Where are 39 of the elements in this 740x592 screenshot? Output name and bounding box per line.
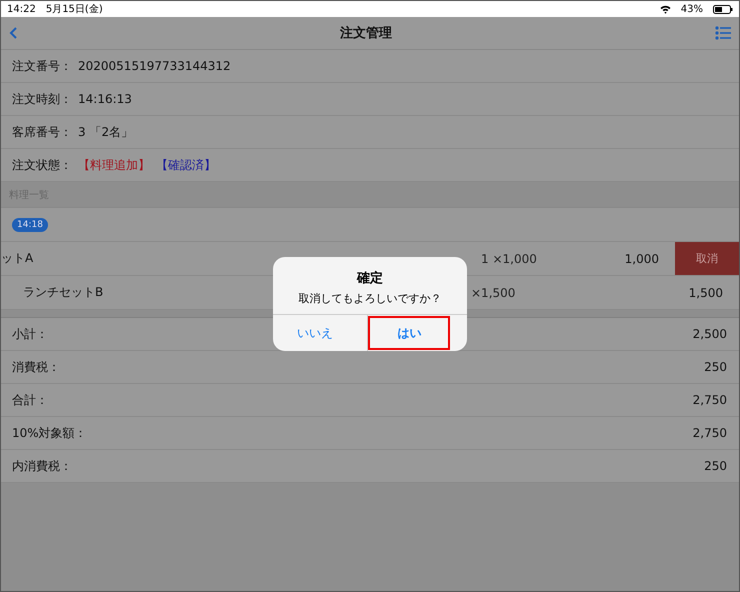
total-value: 250 — [704, 360, 728, 374]
item-price: 1,500 — [688, 286, 724, 300]
wifi-icon — [660, 4, 671, 14]
total-value: 2,500 — [692, 327, 728, 341]
dialog-title: 確定 — [356, 270, 384, 287]
cancel-button[interactable]: 取消 — [675, 242, 739, 275]
field-label: 注文状態： — [12, 156, 72, 174]
status-time: 14:22 — [7, 4, 36, 14]
battery-percent: 43% — [680, 4, 703, 14]
field-value: 3 「2名」 — [78, 124, 134, 140]
total-label: 合計： — [12, 392, 48, 408]
dialog-message: 取消してもよろしいですか？ — [298, 291, 442, 306]
battery-icon — [713, 4, 733, 14]
field-label: 客席番号： — [12, 124, 72, 140]
screen-title: 注文管理 — [339, 24, 393, 42]
status-tag: 【料理追加】 — [78, 156, 150, 174]
field-label: 注文時刻： — [12, 90, 72, 108]
total-value: 2,750 — [692, 426, 728, 440]
item-quantity: ×1,500 — [471, 286, 516, 300]
dialog-button[interactable]: はい — [366, 315, 451, 351]
status-date: 5月15日(金) — [46, 3, 103, 16]
status-tag: 【確認済】 — [156, 156, 216, 174]
time-badge: 14:18 — [12, 218, 48, 232]
total-label: 消費税： — [12, 358, 60, 376]
back-icon[interactable] — [9, 27, 17, 39]
field-value: 14:16:13 — [78, 92, 132, 106]
item-name: ランチセットB — [23, 284, 104, 301]
total-label: 小計： — [12, 326, 48, 342]
dialog-button[interactable]: いいえ — [273, 315, 356, 351]
list-icon[interactable] — [715, 26, 731, 40]
total-value: 250 — [704, 459, 728, 473]
item-price: 1,000 — [624, 252, 660, 266]
total-value: 2,750 — [692, 393, 728, 407]
item-quantity: 1 ×1,000 — [481, 252, 537, 266]
total-label: 内消費税： — [12, 458, 72, 474]
field-label: 注文番号： — [12, 58, 72, 74]
total-label: 10%対象額： — [12, 424, 87, 442]
item-name: ットA — [1, 250, 34, 267]
field-value: 20200515197733144312 — [78, 59, 231, 73]
